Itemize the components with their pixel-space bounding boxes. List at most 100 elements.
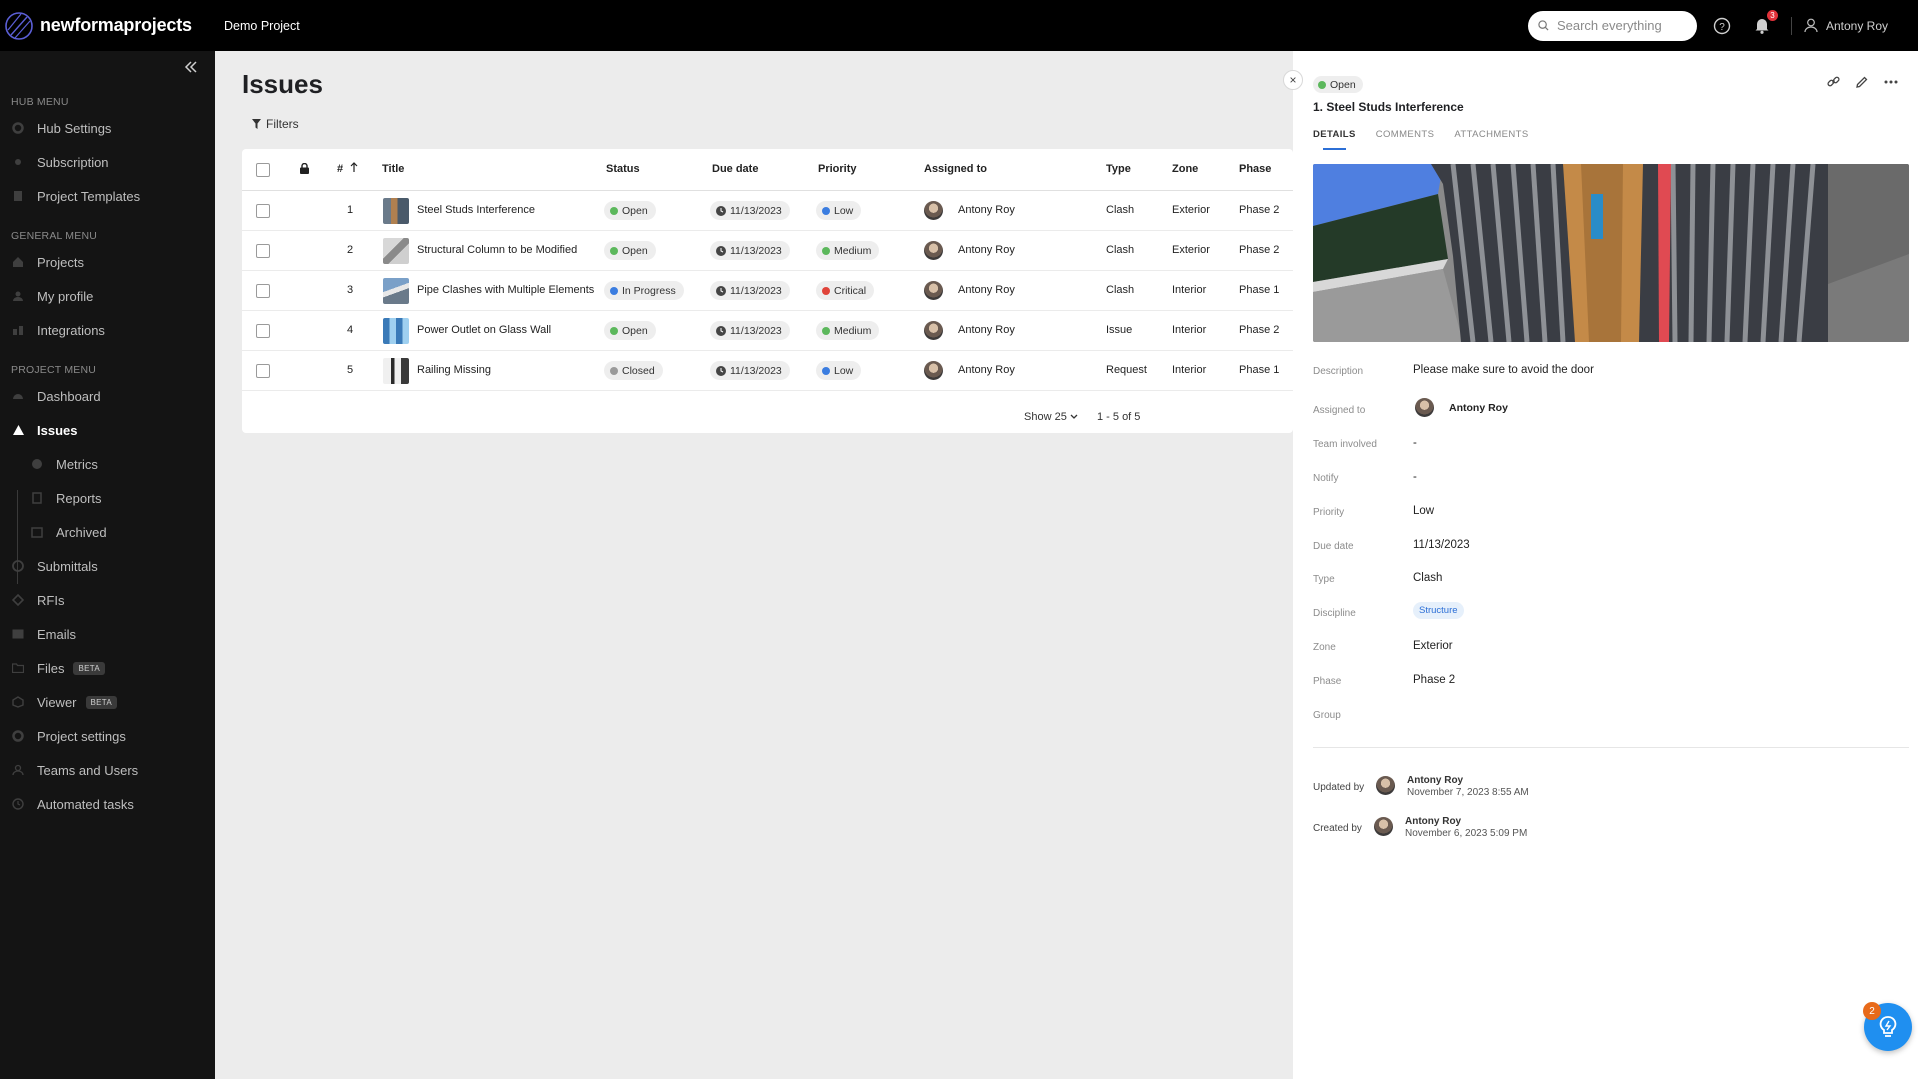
column-header-number[interactable]: #	[337, 163, 343, 175]
sidebar-item-label: Archived	[56, 524, 107, 540]
svg-text:?: ?	[1719, 22, 1725, 33]
status-dot	[610, 286, 618, 295]
issue-title[interactable]: Pipe Clashes with Multiple Elements	[417, 284, 594, 296]
issue-3d-preview-image[interactable]	[1313, 164, 1909, 342]
help-button[interactable]: ?	[1711, 15, 1733, 37]
column-header-phase[interactable]: Phase	[1239, 163, 1271, 175]
sidebar-item-dashboard[interactable]: Dashboard	[11, 385, 101, 407]
sidebar-item-archived[interactable]: Archived	[30, 521, 107, 543]
project-name[interactable]: Demo Project	[224, 19, 300, 33]
sidebar-item-label: RFIs	[37, 592, 65, 608]
sidebar-item-submittals[interactable]: Submittals	[11, 555, 98, 577]
edit-icon[interactable]	[1856, 76, 1868, 88]
column-header-priority[interactable]: Priority	[818, 163, 857, 175]
priority-badge: Critical	[816, 281, 875, 300]
filters-button[interactable]: Filters	[252, 117, 299, 131]
issue-phase: Phase 2	[1239, 324, 1280, 336]
issue-number: 5	[347, 364, 354, 376]
logo[interactable]: newformaprojects	[4, 11, 214, 41]
chevron-down-icon	[1070, 414, 1078, 419]
beta-badge: BETA	[73, 661, 105, 675]
description-label: Description	[1313, 366, 1364, 377]
notifications-button[interactable]: 3	[1751, 9, 1778, 37]
phase-label: Phase	[1313, 676, 1342, 687]
status-text: Open	[622, 244, 648, 257]
link-icon[interactable]	[1827, 75, 1840, 88]
row-checkbox[interactable]	[256, 284, 270, 298]
gear-icon	[11, 121, 25, 135]
assignee-name: Antony Roy	[958, 324, 1015, 336]
priority-text: Critical	[834, 284, 867, 297]
search-placeholder: Search everything	[1556, 18, 1662, 33]
sort-ascending-icon[interactable]	[350, 162, 358, 173]
tab-attachments[interactable]: ATTACHMENTS	[1454, 129, 1528, 146]
sidebar-item-teams-and-users[interactable]: Teams and Users	[11, 759, 138, 781]
issue-title[interactable]: Steel Studs Interference	[417, 204, 535, 216]
search-input[interactable]: Search everything	[1527, 10, 1697, 41]
row-checkbox[interactable]	[256, 364, 270, 378]
issue-title[interactable]: Structural Column to be Modified	[417, 244, 577, 256]
notify-label: Notify	[1313, 473, 1339, 484]
issue-title[interactable]: Power Outlet on Glass Wall	[417, 324, 551, 336]
updated-by-label: Updated by	[1313, 782, 1365, 793]
sidebar-item-subscription[interactable]: Subscription	[11, 151, 109, 173]
sidebar-item-rfis[interactable]: RFIs	[11, 589, 64, 611]
user-menu[interactable]: Antony Roy	[1804, 18, 1888, 33]
team-label: Team involved	[1313, 439, 1377, 450]
sidebar-item-hub-settings[interactable]: Hub Settings	[11, 117, 111, 139]
table-row[interactable]: 3 Pipe Clashes with Multiple Elements In…	[242, 271, 1293, 311]
column-header-type[interactable]: Type	[1106, 163, 1131, 175]
phase-value: Phase 2	[1413, 674, 1456, 686]
issue-title[interactable]: Railing Missing	[417, 364, 491, 376]
tab-details[interactable]: DETAILS	[1313, 129, 1356, 150]
zone-value: Exterior	[1413, 640, 1453, 652]
zone-label: Zone	[1313, 642, 1336, 653]
sidebar-item-files[interactable]: Files BETA	[11, 657, 105, 679]
sidebar-item-viewer[interactable]: Viewer BETA	[11, 691, 118, 713]
table-row[interactable]: 5 Railing Missing Closed 11/13/2023 Low …	[242, 351, 1293, 391]
sidebar-item-issues[interactable]: Issues	[11, 419, 77, 441]
issue-zone: Exterior	[1172, 204, 1210, 216]
page-size-select[interactable]: Show 25	[1024, 411, 1078, 423]
sidebar-item-label: Projects	[37, 254, 84, 270]
column-header-status[interactable]: Status	[606, 163, 640, 175]
sidebar-item-label: Subscription	[37, 154, 109, 170]
sidebar-item-project-settings[interactable]: Project settings	[11, 725, 126, 747]
row-checkbox[interactable]	[256, 204, 270, 218]
sidebar-item-metrics[interactable]: Metrics	[30, 453, 98, 475]
sidebar-item-automated-tasks[interactable]: Automated tasks	[11, 793, 134, 815]
reports-icon	[30, 491, 44, 505]
collapse-sidebar-icon[interactable]	[183, 59, 199, 75]
dashboard-icon	[11, 389, 25, 403]
table-row[interactable]: 4 Power Outlet on Glass Wall Open 11/13/…	[242, 311, 1293, 351]
more-options-icon[interactable]	[1884, 80, 1898, 84]
table-row[interactable]: 2 Structural Column to be Modified Open …	[242, 231, 1293, 271]
row-checkbox[interactable]	[256, 324, 270, 338]
sidebar-item-emails[interactable]: Emails	[11, 623, 76, 645]
sidebar-item-project-templates[interactable]: Project Templates	[11, 185, 140, 207]
table-row[interactable]: 1 Steel Studs Interference Open 11/13/20…	[242, 191, 1293, 231]
due-date-text: 11/13/2023	[730, 244, 782, 257]
panel-actions	[1827, 75, 1898, 88]
sidebar-item-label: Submittals	[37, 558, 98, 574]
sidebar-item-label: Project settings	[37, 728, 126, 744]
tab-comments[interactable]: COMMENTS	[1376, 129, 1435, 146]
status-badge: In Progress	[604, 281, 684, 300]
sidebar-item-integrations[interactable]: Integrations	[11, 319, 105, 341]
column-header-zone[interactable]: Zone	[1172, 163, 1198, 175]
sidebar-item-reports[interactable]: Reports	[30, 487, 102, 509]
sidebar-item-projects[interactable]: Projects	[11, 251, 84, 273]
sidebar-item-my-profile[interactable]: My profile	[11, 285, 93, 307]
column-header-title[interactable]: Title	[382, 163, 404, 175]
due-date-text: 11/13/2023	[730, 284, 782, 297]
settings-icon	[11, 729, 25, 743]
close-panel-button[interactable]: ×	[1283, 70, 1303, 90]
column-header-assigned-to[interactable]: Assigned to	[924, 163, 987, 175]
folder-icon	[11, 661, 25, 675]
created-by-name: Antony Roy	[1405, 816, 1462, 827]
column-header-due-date[interactable]: Due date	[712, 163, 758, 175]
issue-type: Clash	[1106, 204, 1135, 216]
archive-icon	[30, 525, 44, 539]
select-all-checkbox[interactable]	[256, 163, 270, 177]
row-checkbox[interactable]	[256, 244, 270, 258]
